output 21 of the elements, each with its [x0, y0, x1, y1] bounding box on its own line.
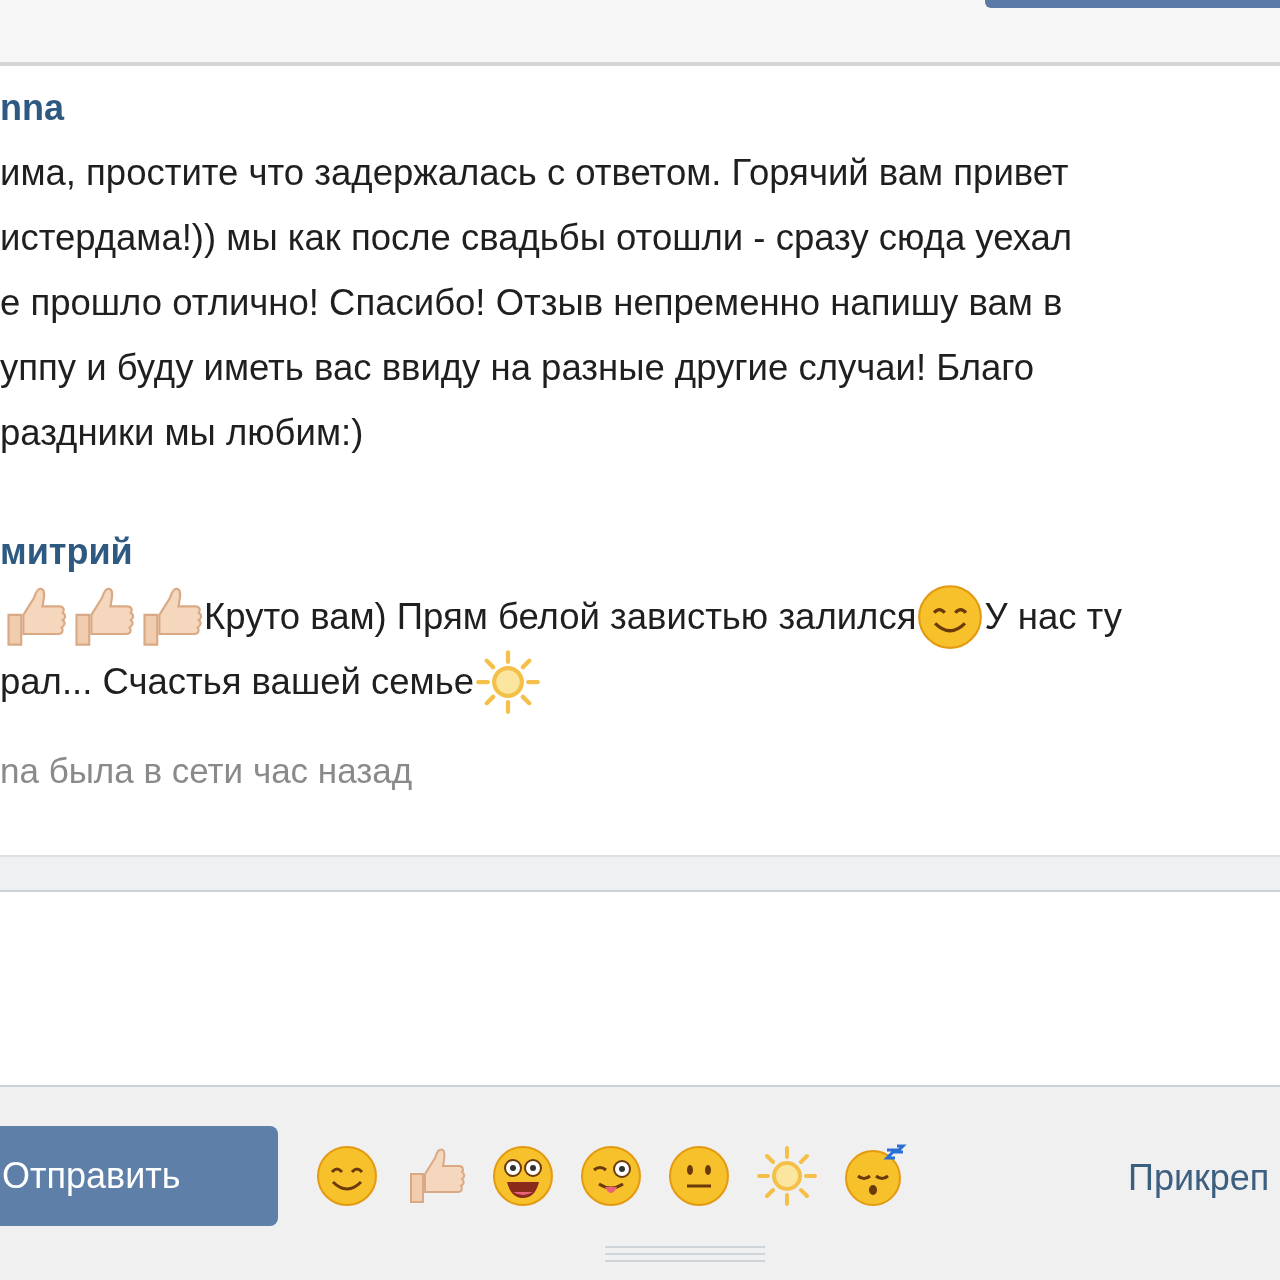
laughing-face-icon[interactable] [491, 1144, 555, 1208]
author-name[interactable]: nna [0, 76, 64, 140]
smiling-face-icon [916, 582, 985, 651]
send-button[interactable]: Отправить [0, 1126, 278, 1226]
sleeping-face-icon[interactable] [843, 1144, 907, 1208]
neutral-face-icon[interactable] [667, 1144, 731, 1208]
message-text: има, простите что задержалась с ответом. Горячий вам привет [0, 151, 1069, 194]
message-text: рал... Счастья вашей семье [0, 660, 474, 703]
message-text: истердама!)) мы как после свадьбы отошли - сразу сюда уехал [0, 216, 1073, 259]
message-text: раздники мы любим:) [0, 411, 364, 454]
winking-face-icon[interactable] [579, 1144, 643, 1208]
message-text: Круто вам) Прям белой завистью залился [204, 595, 917, 638]
author-name[interactable]: митрий [0, 520, 133, 584]
message-text: е прошло отлично! Спасибо! Отзыв непременно напишу вам в [0, 281, 1063, 324]
message-text: уппу и буду иметь вас ввиду на разные другие случаи! Благо [0, 346, 1035, 389]
sun-icon [473, 647, 542, 716]
attach-link[interactable]: Прикреп [1128, 1157, 1280, 1199]
smiling-face-icon[interactable] [315, 1144, 379, 1208]
status-text: na была в сети час назад [0, 751, 413, 791]
resize-grip-icon[interactable] [605, 1245, 765, 1263]
message-text: У нас ту [984, 595, 1122, 638]
